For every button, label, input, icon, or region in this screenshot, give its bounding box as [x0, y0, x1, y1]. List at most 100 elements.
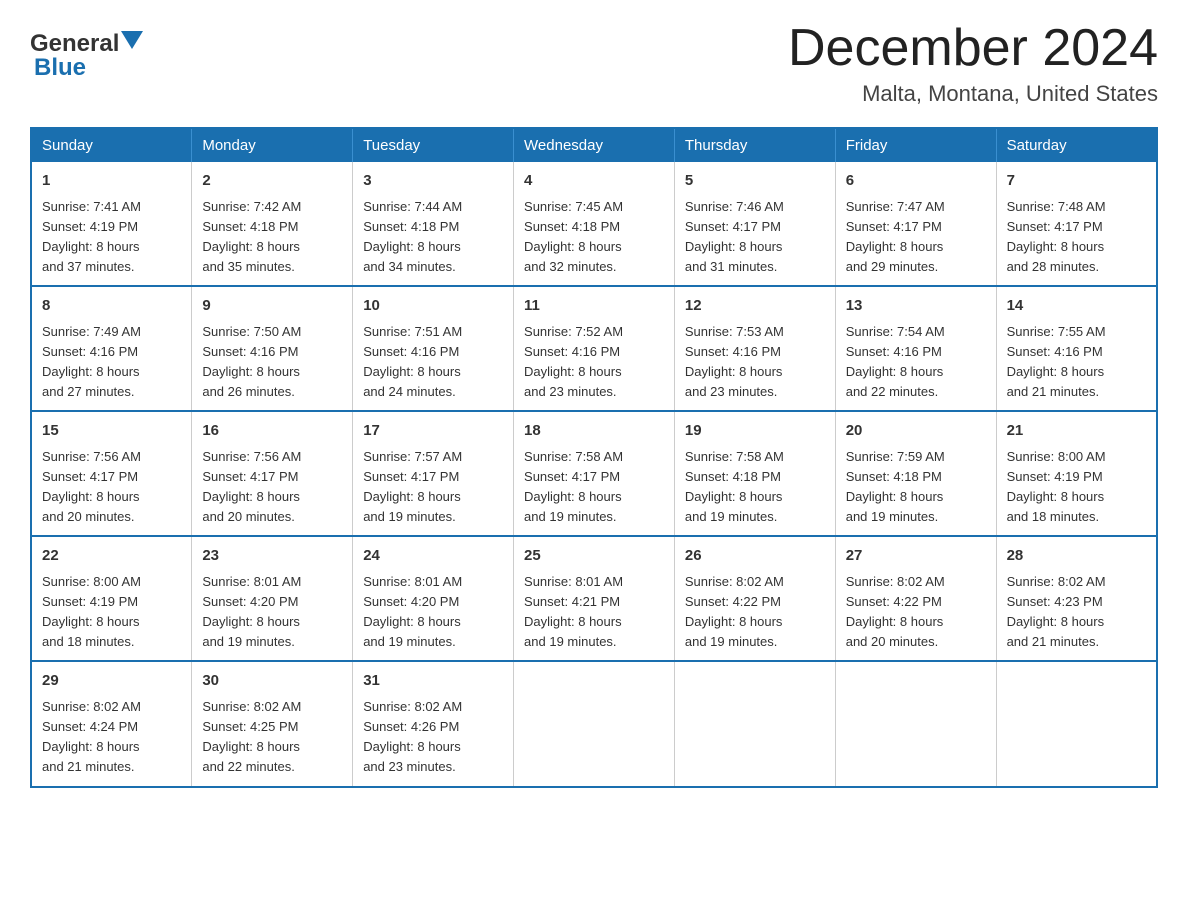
day-number: 2	[202, 170, 342, 193]
day-number: 30	[202, 670, 342, 693]
day-info: Sunrise: 7:41 AMSunset: 4:19 PMDaylight:…	[42, 197, 181, 278]
day-info: Sunrise: 7:56 AMSunset: 4:17 PMDaylight:…	[202, 447, 342, 528]
calendar-cell: 19 Sunrise: 7:58 AMSunset: 4:18 PMDayligh…	[674, 411, 835, 536]
day-number: 31	[363, 670, 503, 693]
day-number: 19	[685, 420, 825, 443]
day-info: Sunrise: 8:02 AMSunset: 4:26 PMDaylight:…	[363, 697, 503, 778]
calendar-cell: 13 Sunrise: 7:54 AMSunset: 4:16 PMDayligh…	[835, 286, 996, 411]
calendar-cell: 20 Sunrise: 7:59 AMSunset: 4:18 PMDayligh…	[835, 411, 996, 536]
day-info: Sunrise: 8:02 AMSunset: 4:24 PMDaylight:…	[42, 697, 181, 778]
calendar-cell: 29 Sunrise: 8:02 AMSunset: 4:24 PMDayligh…	[31, 661, 192, 786]
day-number: 18	[524, 420, 664, 443]
calendar-week-row: 22 Sunrise: 8:00 AMSunset: 4:19 PMDayligh…	[31, 536, 1157, 661]
calendar-cell: 27 Sunrise: 8:02 AMSunset: 4:22 PMDayligh…	[835, 536, 996, 661]
calendar-weekday-friday: Friday	[835, 128, 996, 162]
day-number: 14	[1007, 295, 1146, 318]
calendar-cell: 30 Sunrise: 8:02 AMSunset: 4:25 PMDayligh…	[192, 661, 353, 786]
logo: General Blue	[30, 30, 143, 82]
calendar-weekday-wednesday: Wednesday	[514, 128, 675, 162]
day-info: Sunrise: 8:02 AMSunset: 4:22 PMDaylight:…	[685, 572, 825, 653]
day-number: 28	[1007, 545, 1146, 568]
calendar-cell: 28 Sunrise: 8:02 AMSunset: 4:23 PMDayligh…	[996, 536, 1157, 661]
calendar-weekday-saturday: Saturday	[996, 128, 1157, 162]
calendar-cell: 24 Sunrise: 8:01 AMSunset: 4:20 PMDayligh…	[353, 536, 514, 661]
calendar-cell: 5Sunrise: 7:46 AMSunset: 4:17 PMDaylight…	[674, 162, 835, 286]
day-number: 12	[685, 295, 825, 318]
day-number: 10	[363, 295, 503, 318]
calendar-body: 1 Sunrise: 7:41 AMSunset: 4:19 PMDaylight…	[31, 162, 1157, 786]
calendar-cell: 3 Sunrise: 7:44 AMSunset: 4:18 PMDaylight…	[353, 162, 514, 286]
day-number: 16	[202, 420, 342, 443]
calendar-cell: 2 Sunrise: 7:42 AMSunset: 4:18 PMDaylight…	[192, 162, 353, 286]
day-info: Sunrise: 7:49 AMSunset: 4:16 PMDaylight:…	[42, 322, 181, 403]
calendar-cell: 11 Sunrise: 7:52 AMSunset: 4:16 PMDayligh…	[514, 286, 675, 411]
calendar-cell: 26 Sunrise: 8:02 AMSunset: 4:22 PMDayligh…	[674, 536, 835, 661]
calendar-cell: 22 Sunrise: 8:00 AMSunset: 4:19 PMDayligh…	[31, 536, 192, 661]
day-info: Sunrise: 8:02 AMSunset: 4:25 PMDaylight:…	[202, 697, 342, 778]
logo-arrow-icon	[121, 31, 143, 53]
calendar-cell	[674, 661, 835, 786]
day-number: 27	[846, 545, 986, 568]
day-info: Sunrise: 7:44 AMSunset: 4:18 PMDaylight:…	[363, 197, 503, 278]
page-header: General Blue December 2024 Malta, Montan…	[30, 20, 1158, 107]
day-number: 20	[846, 420, 986, 443]
calendar-cell: 9 Sunrise: 7:50 AMSunset: 4:16 PMDaylight…	[192, 286, 353, 411]
day-number: 3	[363, 170, 503, 193]
day-info: Sunrise: 7:48 AMSunset: 4:17 PMDaylight:…	[1007, 197, 1146, 278]
calendar-cell: 15Sunrise: 7:56 AMSunset: 4:17 PMDayligh…	[31, 411, 192, 536]
day-info: Sunrise: 7:59 AMSunset: 4:18 PMDaylight:…	[846, 447, 986, 528]
day-info: Sunrise: 7:46 AMSunset: 4:17 PMDaylight:…	[685, 197, 825, 278]
calendar-cell: 16 Sunrise: 7:56 AMSunset: 4:17 PMDayligh…	[192, 411, 353, 536]
calendar-cell	[514, 661, 675, 786]
calendar-week-row: 1 Sunrise: 7:41 AMSunset: 4:19 PMDaylight…	[31, 162, 1157, 286]
calendar-cell: 10 Sunrise: 7:51 AMSunset: 4:16 PMDayligh…	[353, 286, 514, 411]
day-info: Sunrise: 7:51 AMSunset: 4:16 PMDaylight:…	[363, 322, 503, 403]
day-info: Sunrise: 7:52 AMSunset: 4:16 PMDaylight:…	[524, 322, 664, 403]
day-info: Sunrise: 7:56 AMSunset: 4:17 PMDaylight:…	[42, 447, 181, 528]
calendar-weekday-tuesday: Tuesday	[353, 128, 514, 162]
day-number: 24	[363, 545, 503, 568]
day-number: 29	[42, 670, 181, 693]
day-info: Sunrise: 7:54 AMSunset: 4:16 PMDaylight:…	[846, 322, 986, 403]
calendar-cell: 17Sunrise: 7:57 AMSunset: 4:17 PMDayligh…	[353, 411, 514, 536]
calendar-cell: 31 Sunrise: 8:02 AMSunset: 4:26 PMDayligh…	[353, 661, 514, 786]
day-number: 11	[524, 295, 664, 318]
day-number: 23	[202, 545, 342, 568]
title-block: December 2024 Malta, Montana, United Sta…	[788, 20, 1158, 107]
day-info: Sunrise: 7:42 AMSunset: 4:18 PMDaylight:…	[202, 197, 342, 278]
calendar-week-row: 15Sunrise: 7:56 AMSunset: 4:17 PMDayligh…	[31, 411, 1157, 536]
calendar-cell: 8Sunrise: 7:49 AMSunset: 4:16 PMDaylight…	[31, 286, 192, 411]
calendar-cell: 25Sunrise: 8:01 AMSunset: 4:21 PMDayligh…	[514, 536, 675, 661]
day-info: Sunrise: 8:01 AMSunset: 4:20 PMDaylight:…	[363, 572, 503, 653]
day-info: Sunrise: 7:58 AMSunset: 4:18 PMDaylight:…	[685, 447, 825, 528]
day-info: Sunrise: 8:02 AMSunset: 4:23 PMDaylight:…	[1007, 572, 1146, 653]
calendar-cell: 7Sunrise: 7:48 AMSunset: 4:17 PMDaylight…	[996, 162, 1157, 286]
calendar-weekday-monday: Monday	[192, 128, 353, 162]
page-subtitle: Malta, Montana, United States	[788, 81, 1158, 107]
day-number: 22	[42, 545, 181, 568]
day-number: 25	[524, 545, 664, 568]
calendar-cell: 12 Sunrise: 7:53 AMSunset: 4:16 PMDayligh…	[674, 286, 835, 411]
calendar-cell: 18Sunrise: 7:58 AMSunset: 4:17 PMDayligh…	[514, 411, 675, 536]
calendar-weekday-sunday: Sunday	[31, 128, 192, 162]
day-number: 26	[685, 545, 825, 568]
day-info: Sunrise: 7:55 AMSunset: 4:16 PMDaylight:…	[1007, 322, 1146, 403]
day-info: Sunrise: 8:00 AMSunset: 4:19 PMDaylight:…	[42, 572, 181, 653]
day-number: 6	[846, 170, 986, 193]
day-info: Sunrise: 8:00 AMSunset: 4:19 PMDaylight:…	[1007, 447, 1146, 528]
day-info: Sunrise: 8:02 AMSunset: 4:22 PMDaylight:…	[846, 572, 986, 653]
day-number: 1	[42, 170, 181, 193]
day-number: 4	[524, 170, 664, 193]
calendar-week-row: 8Sunrise: 7:49 AMSunset: 4:16 PMDaylight…	[31, 286, 1157, 411]
day-number: 13	[846, 295, 986, 318]
day-number: 9	[202, 295, 342, 318]
calendar-cell: 14 Sunrise: 7:55 AMSunset: 4:16 PMDayligh…	[996, 286, 1157, 411]
day-number: 21	[1007, 420, 1146, 443]
day-info: Sunrise: 7:47 AMSunset: 4:17 PMDaylight:…	[846, 197, 986, 278]
day-info: Sunrise: 7:53 AMSunset: 4:16 PMDaylight:…	[685, 322, 825, 403]
day-info: Sunrise: 7:50 AMSunset: 4:16 PMDaylight:…	[202, 322, 342, 403]
calendar-week-row: 29 Sunrise: 8:02 AMSunset: 4:24 PMDayligh…	[31, 661, 1157, 786]
day-number: 17	[363, 420, 503, 443]
calendar-header-row: SundayMondayTuesdayWednesdayThursdayFrid…	[31, 128, 1157, 162]
calendar-cell: 4Sunrise: 7:45 AMSunset: 4:18 PMDaylight…	[514, 162, 675, 286]
